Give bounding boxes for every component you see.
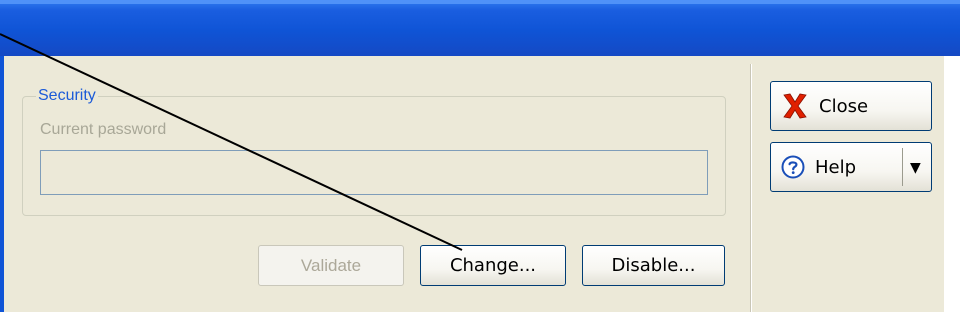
annotation-pointer-line xyxy=(0,33,463,251)
